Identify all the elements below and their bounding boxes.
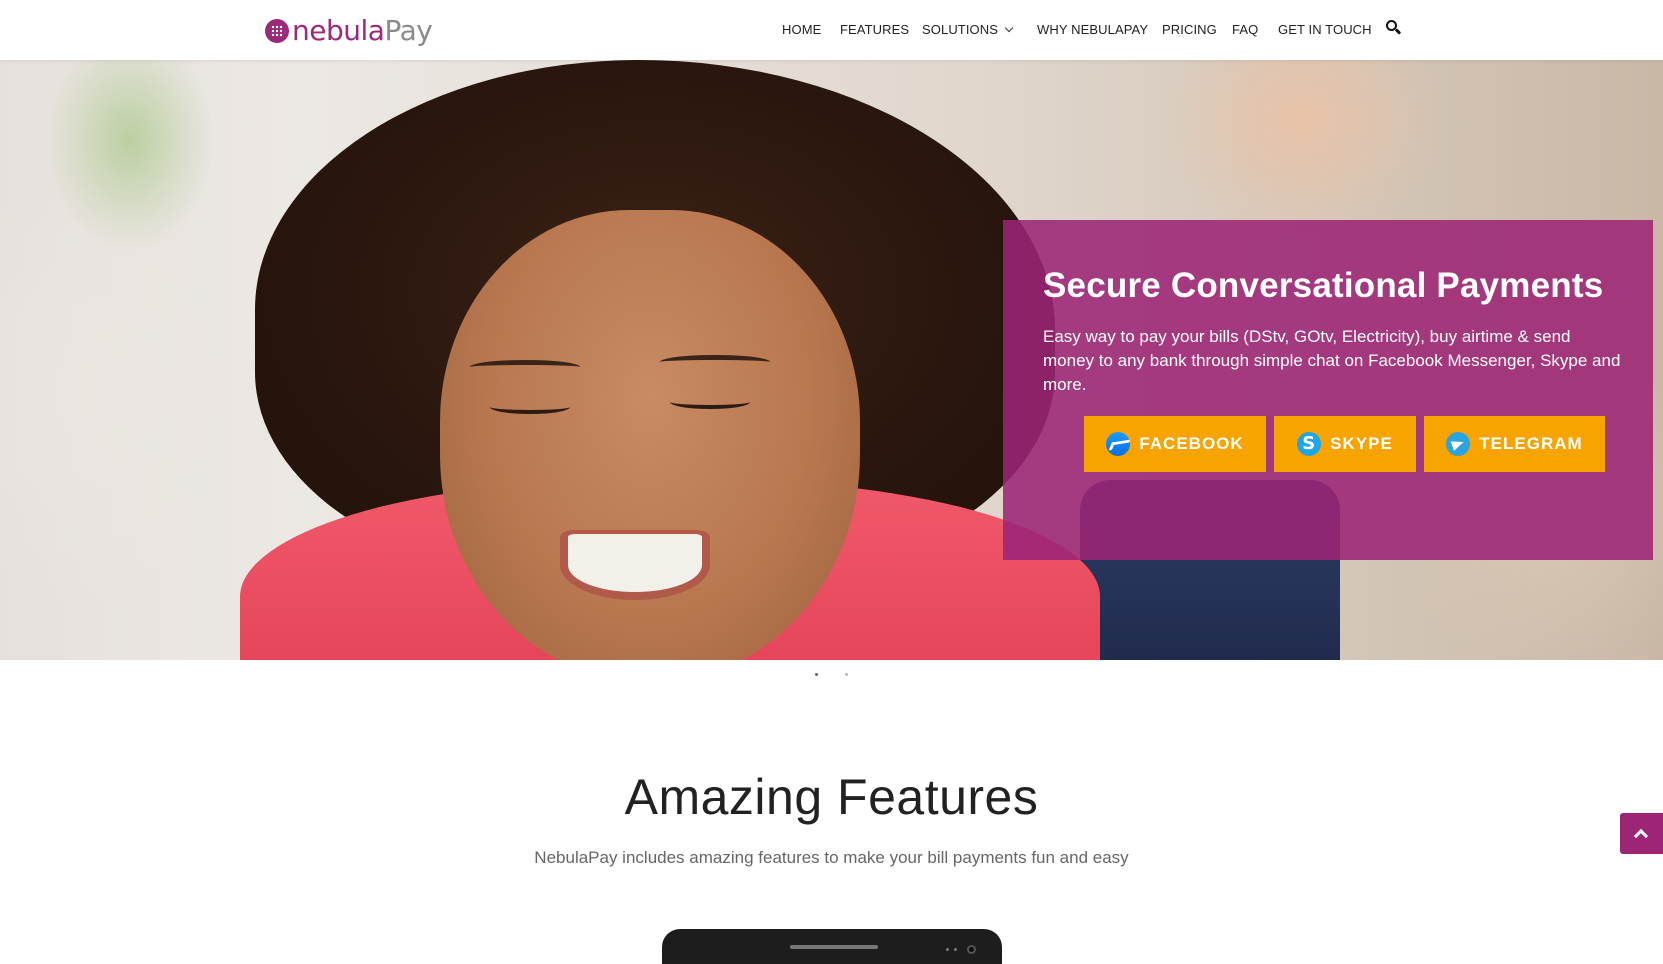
features-subtitle: NebulaPay includes amazing features to m… [534, 848, 1129, 867]
logo-icon [265, 19, 289, 43]
nav-home[interactable]: HOME [782, 22, 821, 37]
phone-sensor [954, 948, 957, 951]
nav-why-nebulapay[interactable]: WHY NEBULAPAY [1037, 22, 1148, 37]
skype-button-label: SKYPE [1330, 434, 1393, 453]
skype-icon [1297, 432, 1322, 456]
slider-pagination [815, 673, 848, 676]
nav-get-in-touch[interactable]: GET IN TOUCH [1278, 22, 1372, 37]
facebook-button-label: FACEBOOK [1139, 434, 1244, 453]
phone-speaker [790, 945, 878, 949]
back-to-top-button[interactable] [1620, 813, 1663, 854]
nav-solutions[interactable]: SOLUTIONS [922, 22, 1014, 37]
logo[interactable]: nebulaPay [265, 14, 433, 48]
phone-sensor [946, 948, 949, 951]
logo-text: nebulaPay [292, 14, 433, 48]
hero-description: Easy way to pay your bills (DStv, GOtv, … [1043, 327, 1621, 394]
hero-title: Secure Conversational Payments [1043, 266, 1604, 305]
nav-pricing[interactable]: PRICING [1162, 22, 1217, 37]
telegram-button[interactable]: TELEGRAM [1424, 416, 1605, 472]
features-title: Amazing Features [624, 769, 1039, 825]
facebook-button[interactable]: FACEBOOK [1084, 416, 1266, 472]
hero-banner: Secure Conversational Payments Easy way … [0, 60, 1663, 660]
chevron-down-icon [1004, 23, 1014, 33]
phone-image [662, 929, 1002, 964]
slider-dot-1[interactable] [815, 673, 818, 676]
site-header: nebulaPay HOME FEATURES SOLUTIONS WHY NE… [0, 0, 1663, 60]
skype-button[interactable]: SKYPE [1274, 416, 1416, 472]
search-icon[interactable] [1386, 20, 1402, 38]
slider-dot-2[interactable] [845, 673, 848, 676]
logo-text-nebula: nebula [292, 14, 385, 47]
telegram-button-label: TELEGRAM [1479, 434, 1583, 453]
messenger-icon [1106, 432, 1131, 456]
telegram-icon [1446, 432, 1471, 456]
nav-features[interactable]: FEATURES [840, 22, 909, 37]
promo-panel: Secure Conversational Payments Easy way … [1003, 220, 1653, 560]
logo-text-pay: Pay [384, 14, 433, 47]
phone-camera [967, 945, 976, 954]
hero-image-smile [560, 530, 710, 600]
hero-image-brow [660, 355, 770, 369]
hero-image-eye [670, 395, 750, 409]
nav-faq[interactable]: FAQ [1232, 22, 1258, 37]
hero-image-eye [490, 400, 570, 414]
nav-solutions-label: SOLUTIONS [922, 22, 999, 37]
hero-image-brow [470, 360, 580, 374]
chevron-up-icon [1633, 828, 1649, 844]
